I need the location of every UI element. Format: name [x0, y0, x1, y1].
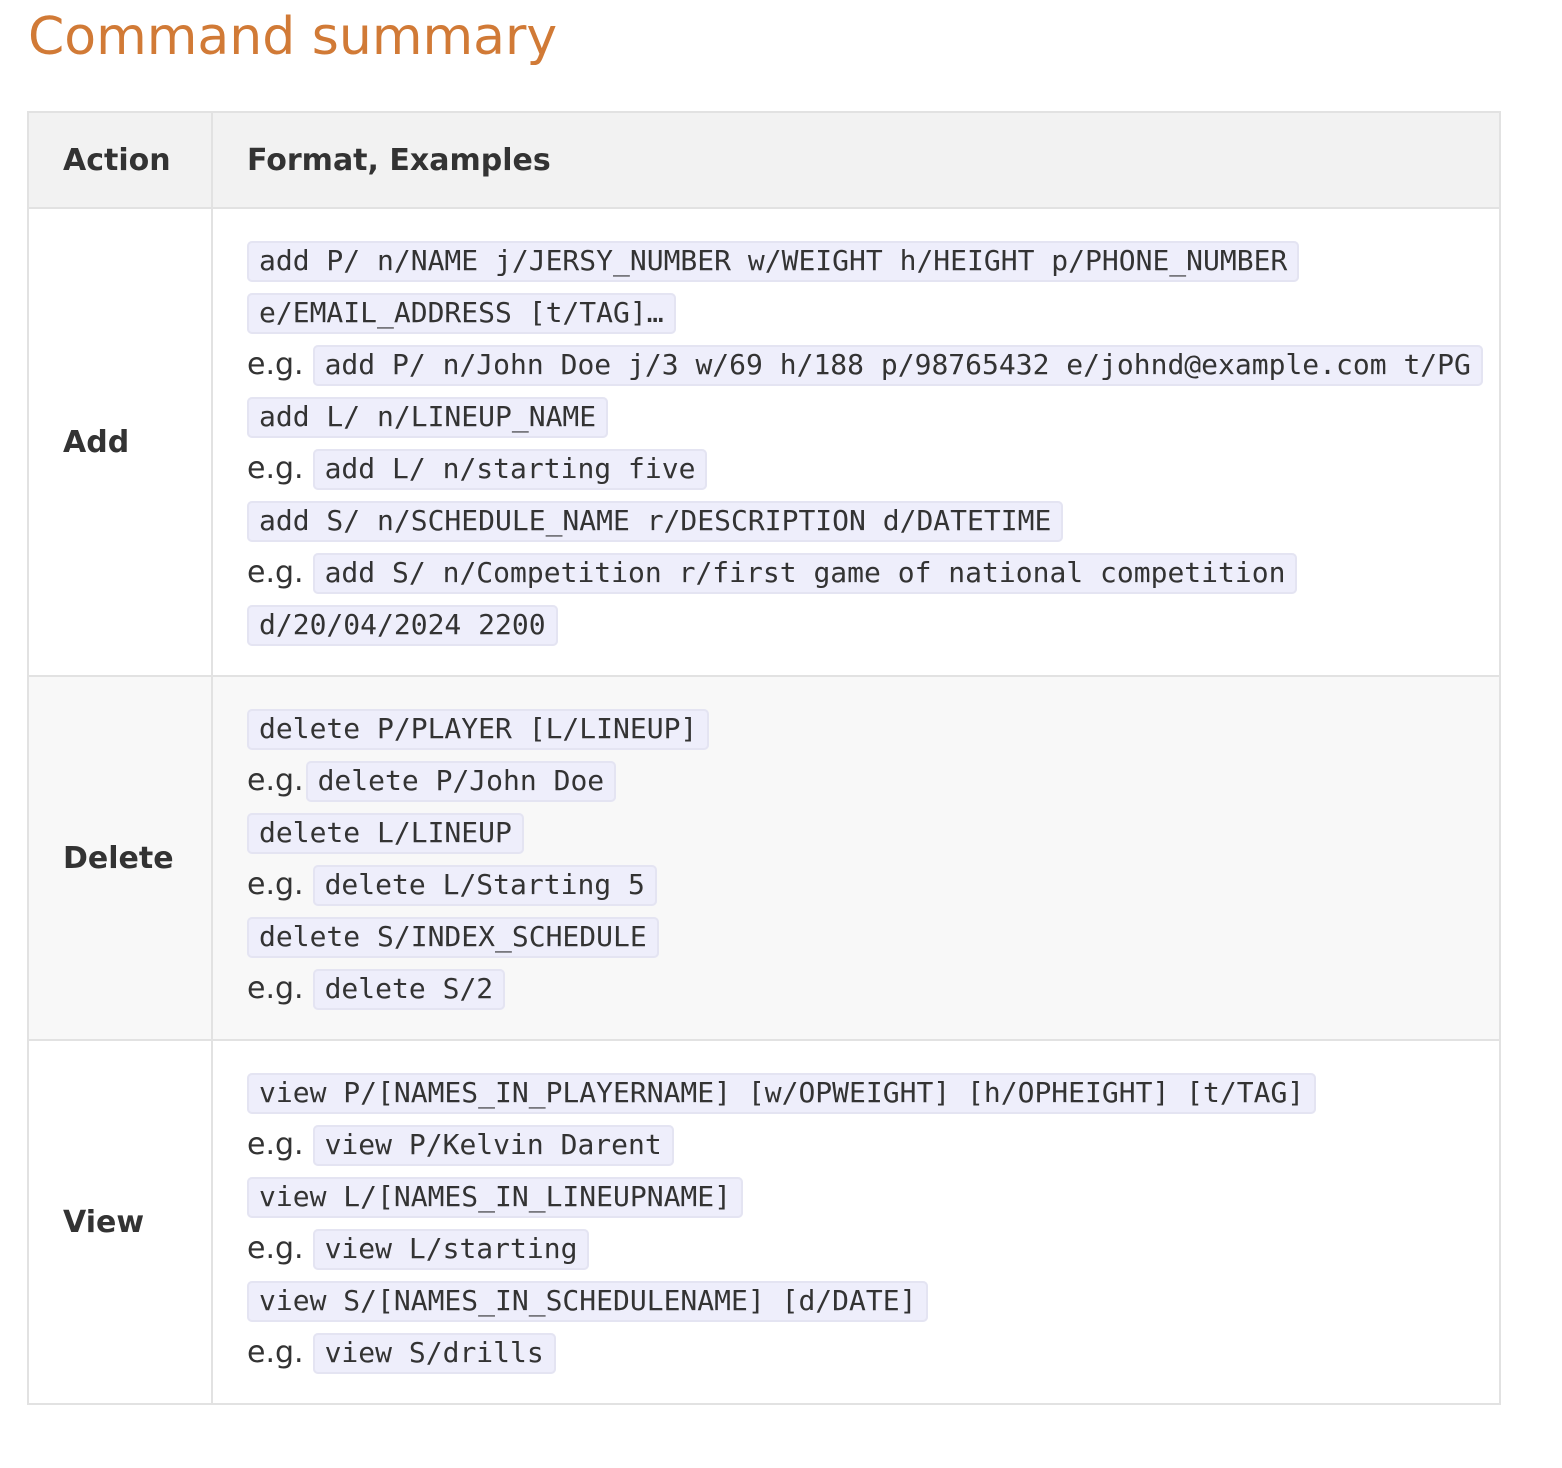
action-cell-view: View [27, 1039, 213, 1405]
command-example-code: view L/starting [312, 1229, 590, 1270]
table-row-view: View view P/[NAMES_IN_PLAYERNAME] [w/OPW… [27, 1039, 1501, 1405]
page-title: Command summary [28, 7, 558, 67]
format-line: view P/[NAMES_IN_PLAYERNAME] [w/OPWEIGHT… [247, 1067, 1485, 1119]
example-line: e.g. view L/starting [247, 1223, 1485, 1275]
eg-label: e.g. [247, 555, 304, 590]
format-line: add L/ n/LINEUP_NAME [247, 391, 1485, 443]
format-line: view L/[NAMES_IN_LINEUPNAME] [247, 1171, 1485, 1223]
eg-label: e.g. [247, 1335, 304, 1370]
example-line: e.g. delete L/Starting 5 [247, 859, 1485, 911]
format-line: add P/ n/NAME j/JERSY_NUMBER w/WEIGHT h/… [247, 235, 1485, 339]
command-format-code: add L/ n/LINEUP_NAME [247, 397, 609, 438]
eg-label: e.g. [247, 451, 304, 486]
command-format-code: add S/ n/SCHEDULE_NAME r/DESCRIPTION d/D… [247, 501, 1064, 542]
format-line: delete L/LINEUP [247, 807, 1485, 859]
table-header-row: Action Format, Examples [27, 111, 1501, 209]
format-line: delete S/INDEX_SCHEDULE [247, 911, 1485, 963]
example-line: e.g. view P/Kelvin Darent [247, 1119, 1485, 1171]
action-cell-delete: Delete [27, 675, 213, 1041]
format-cell-delete: delete P/PLAYER [L/LINEUP] e.g. delete P/… [211, 675, 1501, 1041]
example-line: e.g. view S/drills [247, 1327, 1485, 1379]
eg-label: e.g. [247, 867, 304, 902]
command-format-code: view L/[NAMES_IN_LINEUPNAME] [247, 1177, 744, 1218]
eg-label: e.g. [247, 1127, 304, 1162]
eg-label: e.g. [247, 347, 304, 382]
command-example-code: add P/ n/John Doe j/3 w/69 h/188 p/98765… [312, 345, 1483, 386]
command-format-code: delete P/PLAYER [L/LINEUP] [247, 709, 710, 750]
command-summary-table: Action Format, Examples Add add P/ n/NAM… [27, 111, 1501, 1405]
example-line: e.g. delete P/John Doe [247, 755, 1485, 807]
command-format-code: delete L/LINEUP [247, 813, 524, 854]
command-example-code: delete S/2 [312, 969, 506, 1010]
header-format-examples: Format, Examples [211, 111, 1501, 209]
table-row-add: Add add P/ n/NAME j/JERSY_NUMBER w/WEIGH… [27, 207, 1501, 677]
command-format-code: view P/[NAMES_IN_PLAYERNAME] [w/OPWEIGHT… [247, 1073, 1317, 1114]
example-line: e.g. add P/ n/John Doe j/3 w/69 h/188 p/9… [247, 339, 1485, 391]
command-format-code: view S/[NAMES_IN_SCHEDULENAME] [d/DATE] [247, 1281, 929, 1322]
command-example-code: delete L/Starting 5 [312, 865, 657, 906]
command-format-code: add P/ n/NAME j/JERSY_NUMBER w/WEIGHT h/… [247, 241, 1300, 334]
example-line: e.g. add L/ n/starting five [247, 443, 1485, 495]
command-example-code: add L/ n/starting five [312, 449, 708, 490]
example-line: e.g. delete S/2 [247, 963, 1485, 1015]
eg-label: e.g. [247, 763, 304, 798]
command-example-code: delete P/John Doe [305, 761, 617, 802]
eg-label: e.g. [247, 971, 304, 1006]
action-cell-add: Add [27, 207, 213, 677]
format-line: delete P/PLAYER [L/LINEUP] [247, 703, 1485, 755]
eg-label: e.g. [247, 1231, 304, 1266]
command-example-code: view S/drills [312, 1333, 556, 1374]
table-row-delete: Delete delete P/PLAYER [L/LINEUP] e.g. de… [27, 675, 1501, 1041]
example-line: e.g. add S/ n/Competition r/first game of… [247, 547, 1485, 651]
header-action: Action [27, 111, 213, 209]
format-cell-view: view P/[NAMES_IN_PLAYERNAME] [w/OPWEIGHT… [211, 1039, 1501, 1405]
format-line: add S/ n/SCHEDULE_NAME r/DESCRIPTION d/D… [247, 495, 1485, 547]
format-cell-add: add P/ n/NAME j/JERSY_NUMBER w/WEIGHT h/… [211, 207, 1501, 677]
command-example-code: view P/Kelvin Darent [312, 1125, 674, 1166]
command-example-code: add S/ n/Competition r/first game of nat… [247, 553, 1298, 646]
format-line: view S/[NAMES_IN_SCHEDULENAME] [d/DATE] [247, 1275, 1485, 1327]
command-format-code: delete S/INDEX_SCHEDULE [247, 917, 659, 958]
